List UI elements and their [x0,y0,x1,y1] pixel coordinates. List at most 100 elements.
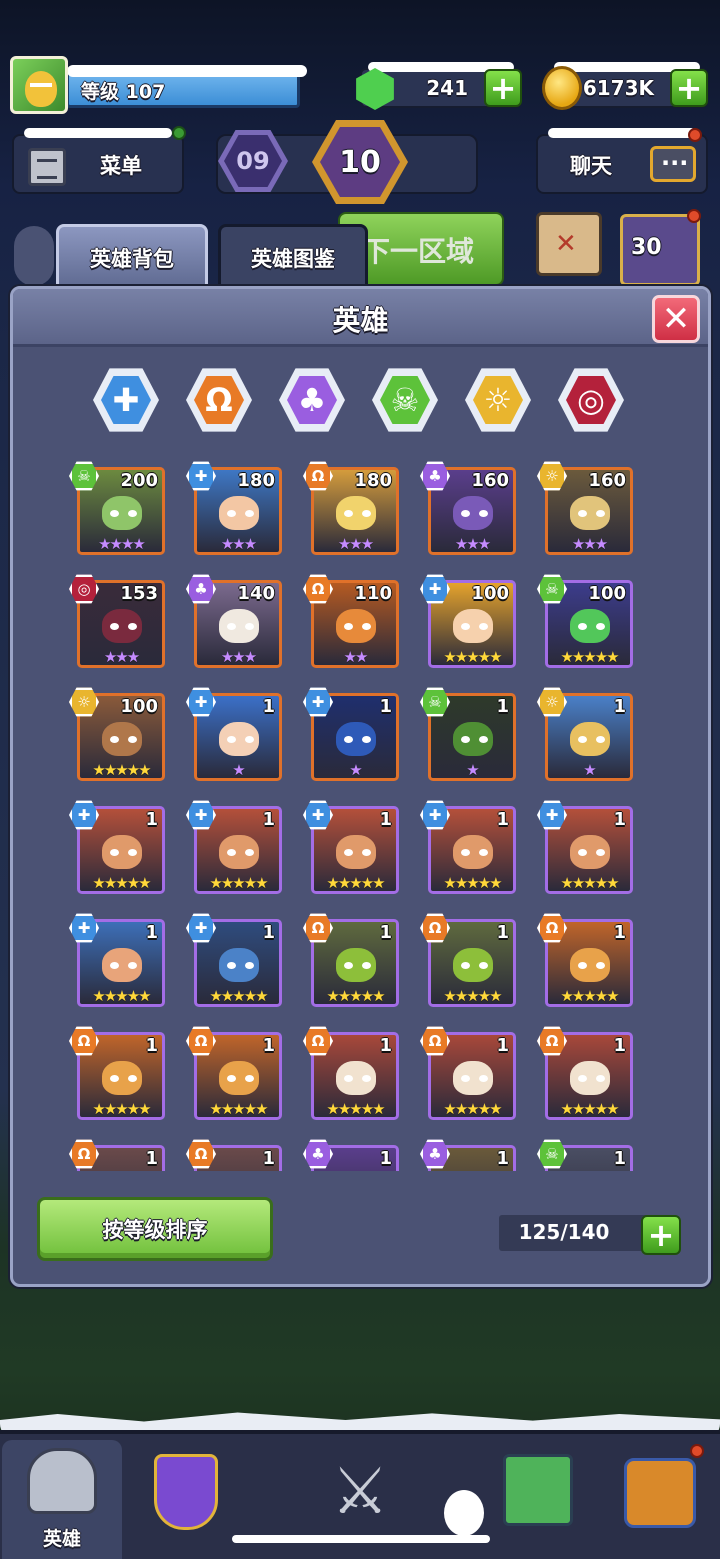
hero-level: 1 [379,922,392,943]
hero-stars: ★★★ [220,648,257,666]
hero-stars: ★ [349,761,362,779]
hero-stars: ★★★★★ [209,987,268,1005]
hero-stars: ★ [466,761,479,779]
hero-card[interactable]: 1 ★★★★★ ✚ [186,800,284,898]
notification-dot [690,1444,704,1458]
hero-stars: ★★★ [220,535,257,553]
hero-stars: ★★★★★ [209,1100,268,1118]
player-level-bar[interactable]: 等级 107 [10,56,307,114]
hero-card[interactable]: 180 ★★★ ✚ [186,461,284,559]
hero-level: 1 [496,809,509,830]
hero-card[interactable]: 1 ★ ✚ [303,687,401,785]
hero-card[interactable]: 1 ★★★★★ Ω [537,913,635,1011]
filter-light-button[interactable]: ☼ [465,368,531,432]
nav-castle[interactable] [478,1440,598,1559]
fire-element-icon: Ω [194,376,244,424]
hero-card[interactable]: 1 ★ ☠ [420,687,518,785]
hero-card[interactable]: 1 ★★★★★ Ω [186,1026,284,1124]
home-indicator[interactable] [232,1535,490,1543]
hero-card[interactable]: 1 ♣ [420,1139,518,1171]
treasure-map-icon[interactable]: ✕ [536,212,602,276]
hero-level: 153 [120,583,158,604]
level-label: 等级 [81,81,120,103]
hero-card[interactable]: 1 ★★★★★ ✚ [537,800,635,898]
nav-heroes[interactable]: 英雄 [2,1440,122,1559]
close-button[interactable]: ✕ [652,295,700,343]
level-progress-bar: 等级 107 [66,65,307,108]
hero-level: 1 [379,696,392,717]
hero-card[interactable]: 200 ★★★★ ☠ [69,461,167,559]
add-gems-button[interactable]: + [484,69,522,107]
treasure-chest-icon [624,1458,696,1528]
calendar-event-icon[interactable]: 30 [620,209,701,286]
filter-fire-button[interactable]: Ω [186,368,252,432]
hero-card[interactable]: 1Ω [69,1139,167,1171]
hero-level: 1 [379,1148,392,1169]
hero-card[interactable]: 160 ★★★ ☼ [537,461,635,559]
chat-button[interactable]: 聊天 [536,128,708,194]
stage-current-label: 10 [320,127,400,197]
hero-card[interactable]: 1 ★★★★★ ✚ [69,800,167,898]
tab-hero-codex[interactable]: 英雄图鉴 [218,224,368,290]
hero-card[interactable]: 1 ♣ [303,1139,401,1171]
hero-card[interactable]: 1 ★★★★★ ✚ [186,913,284,1011]
filter-dark-button[interactable]: ◎ [558,368,624,432]
hero-level: 1 [496,1148,509,1169]
hero-card[interactable]: 1 ★★★★★ Ω [303,913,401,1011]
notification-dot [688,128,702,142]
hero-stars: ★★★ [571,535,608,553]
hero-card[interactable]: 100 ★★★★★ ☠ [537,574,635,672]
hero-card[interactable]: 1 ★★★★★ Ω [537,1026,635,1124]
add-gold-button[interactable]: + [670,69,708,107]
tab-hero-codex-label: 英雄图鉴 [251,247,335,271]
filter-water-button[interactable]: ✚ [93,368,159,432]
hero-level: 1 [379,1035,392,1056]
filter-nature-button[interactable]: ♣ [279,368,345,432]
hero-card[interactable]: 110 ★★ Ω [303,574,401,672]
hero-card[interactable]: 100 ★★★★★ ✚ [420,574,518,672]
hero-card[interactable]: 1 ★★★★★ Ω [420,913,518,1011]
hero-card[interactable]: 180 ★★★ Ω [303,461,401,559]
next-zone-label: 下一区域 [362,235,475,268]
hero-stars: ★ [232,761,245,779]
hero-capacity-value: 125/140 [518,1220,610,1244]
player-avatar[interactable] [10,56,68,114]
hero-stars: ★★★★★ [560,987,619,1005]
stage-prev-label: 09 [224,135,282,187]
hero-card[interactable]: 1Ω [186,1139,284,1171]
hero-card[interactable]: 160 ★★★ ♣ [420,461,518,559]
nav-shop[interactable] [600,1440,720,1559]
hero-level: 1 [613,1148,626,1169]
hero-stars: ★★★★★ [443,1100,502,1118]
sort-by-level-label: 按等级排序 [102,1218,208,1242]
hero-card[interactable]: 1 ★ ✚ [186,687,284,785]
hero-level: 1 [145,1035,158,1056]
hero-level: 1 [262,1148,275,1169]
hero-card[interactable]: 1 ★★★★★ ✚ [303,800,401,898]
tab-hero-backpack[interactable]: 英雄背包 [56,224,208,290]
tab-hero-backpack-label: 英雄背包 [90,247,174,271]
hero-card[interactable]: 140 ★★★ ♣ [186,574,284,672]
avatar-face-icon [25,71,57,107]
hero-card[interactable]: 1 ★★★★★ Ω [69,1026,167,1124]
guild-crest-icon [154,1454,218,1530]
hero-stars: ★★★★★ [560,874,619,892]
hero-card[interactable]: 1 ★★★★★ Ω [303,1026,401,1124]
hero-card[interactable]: 153 ★★★ ◎ [69,574,167,672]
hero-card[interactable]: 1 ★★★★★ ✚ [69,913,167,1011]
menu-button[interactable]: 菜单 [12,126,186,194]
hero-card[interactable]: 100 ★★★★★ ☼ [69,687,167,785]
poison-element-icon: ☠ [380,376,430,424]
nav-guild[interactable] [126,1440,246,1559]
filter-poison-button[interactable]: ☠ [372,368,438,432]
hero-card[interactable]: 1 ☠ [537,1139,635,1171]
expand-capacity-button[interactable]: + [641,1215,681,1255]
hero-card[interactable]: 1 ★★★★★ ✚ [420,800,518,898]
hero-level: 1 [262,922,275,943]
hero-level: 100 [471,583,509,604]
gold-coin-icon [542,66,582,110]
sort-by-level-button[interactable]: 按等级排序 [37,1197,273,1261]
hero-card[interactable]: 1 ★ ☼ [537,687,635,785]
hero-card[interactable]: 1 ★★★★★ Ω [420,1026,518,1124]
side-hero-avatar[interactable] [14,226,54,286]
